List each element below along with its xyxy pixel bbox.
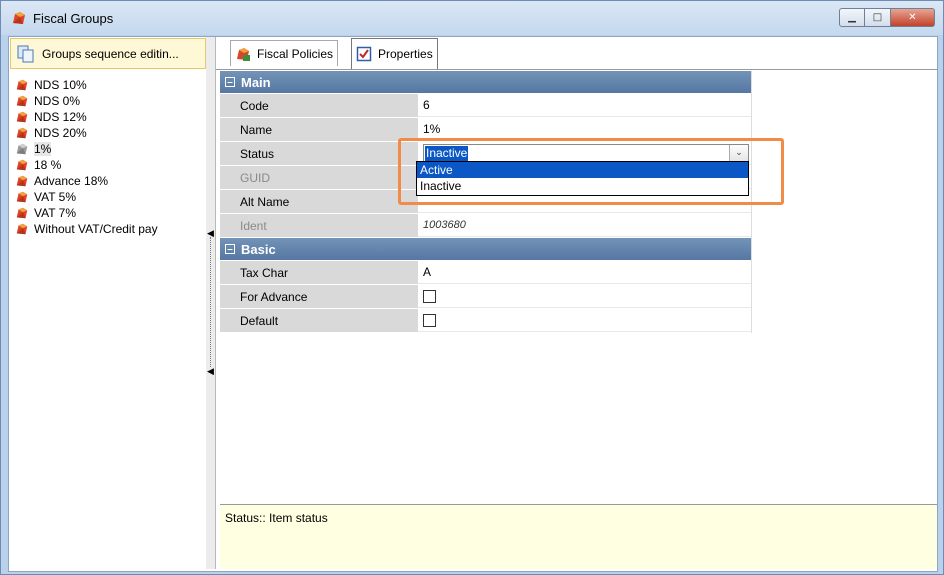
property-name: Status [220,142,418,165]
status-combobox[interactable]: Inactive ⌄ [423,143,749,163]
group-icon [16,95,28,107]
panel-splitter[interactable]: ◀ ◀ [206,37,216,569]
status-selected-text: Inactive [425,145,469,161]
tab-strip: Fiscal Policies Properties [216,37,937,70]
sequence-button-label: Groups sequence editin... [42,46,179,61]
name-value[interactable]: 1% [418,118,751,141]
group-item-vat-7[interactable]: VAT 7% [15,205,158,221]
group-label: 18 % [34,158,62,172]
group-item-1-percent[interactable]: 1% [15,141,158,157]
group-icon [16,175,28,187]
group-item-without-vat[interactable]: Without VAT/Credit pay [15,221,158,237]
tab-fiscal-policies[interactable]: Fiscal Policies [230,40,339,66]
group-item-nds-20[interactable]: NDS 20% [15,125,158,141]
close-button[interactable]: ✕ [891,8,935,27]
group-icon [16,79,28,91]
group-icon [16,207,28,219]
window-title: Fiscal Groups [33,11,114,26]
property-row-ident: Ident 1003680 [220,214,751,238]
category-main[interactable]: – Main [220,71,751,94]
collapse-toggle-icon[interactable]: – [225,77,235,88]
property-grid: – Main Code 6 Name 1% Status Inactive ⌄ … [220,71,752,333]
property-row-for-advance: For Advance [220,285,751,309]
fiscal-policies-icon [237,47,250,61]
client-area: Groups sequence editin... NDS 10% NDS 0%… [8,36,938,572]
group-item-vat-5[interactable]: VAT 5% [15,189,158,205]
tab-label: Properties [378,47,433,61]
property-row-default: Default [220,309,751,333]
group-item-nds-0[interactable]: NDS 0% [15,93,158,109]
group-label: 1% [34,142,52,156]
property-name: GUID [220,166,418,189]
ident-value: 1003680 [418,214,751,237]
property-grid-area: – Main Code 6 Name 1% Status Inactive ⌄ … [220,71,937,503]
tab-properties[interactable]: Properties [351,38,438,69]
status-option-inactive[interactable]: Inactive [417,178,748,194]
group-icon [16,111,28,123]
group-label: Advance 18% [34,174,109,188]
chevron-down-icon[interactable]: ⌄ [729,144,748,162]
group-icon [16,159,28,171]
properties-icon [356,46,372,62]
default-checkbox[interactable] [423,313,436,327]
property-row-code: Code 6 [220,94,751,118]
group-icon [16,191,28,203]
title-bar[interactable]: Fiscal Groups ▁ □ ✕ [1,1,943,35]
category-label: Basic [241,241,276,257]
for-advance-checkbox[interactable] [423,289,436,303]
caption-buttons: ▁ □ ✕ [839,8,935,28]
property-name: Tax Char [220,261,418,284]
group-label: NDS 12% [34,110,87,124]
maximize-button[interactable]: □ [865,8,891,27]
property-name: Alt Name [220,190,418,213]
tax-char-value[interactable]: A [418,261,751,284]
group-item-18[interactable]: 18 % [15,157,158,173]
group-label: VAT 7% [34,206,77,220]
sequence-icon [17,45,34,62]
groups-panel: Groups sequence editin... NDS 10% NDS 0%… [9,37,207,569]
collapse-arrow-icon[interactable]: ◀ [207,367,214,377]
status-dropdown-list: Active Inactive [416,161,749,196]
fiscal-groups-icon [13,12,25,24]
property-name: Default [220,309,418,332]
group-label: NDS 20% [34,126,87,140]
group-item-nds-10[interactable]: NDS 10% [15,77,158,93]
details-panel: Fiscal Policies Properties – Main Code 6 [216,37,937,569]
group-icon [16,127,28,139]
tab-label: Fiscal Policies [257,46,334,61]
group-item-advance-18[interactable]: Advance 18% [15,173,158,189]
property-row-name: Name 1% [220,118,751,142]
groups-tree: NDS 10% NDS 0% NDS 12% NDS 20% 1% 18 % A… [15,77,158,237]
property-row-tax-char: Tax Char A [220,261,751,285]
splitter-grip[interactable] [210,237,212,367]
property-name: For Advance [220,285,418,308]
group-label: Without VAT/Credit pay [34,222,158,236]
group-label: NDS 0% [34,94,81,108]
group-item-nds-12[interactable]: NDS 12% [15,109,158,125]
group-inactive-icon [16,143,28,155]
category-label: Main [241,74,271,90]
groups-sequence-editing-button[interactable]: Groups sequence editin... [10,38,206,69]
for-advance-value [418,285,751,308]
group-label: VAT 5% [34,190,77,204]
property-name: Name [220,118,418,141]
collapse-toggle-icon[interactable]: – [225,244,235,255]
category-basic[interactable]: – Basic [220,238,751,261]
code-value[interactable]: 6 [418,94,751,117]
fiscal-groups-window: Fiscal Groups ▁ □ ✕ Groups sequence edit… [0,0,944,575]
property-name: Code [220,94,418,117]
help-text: Status:: Item status [225,511,328,525]
property-name: Ident [220,214,418,237]
group-icon [16,223,28,235]
default-value [418,309,751,332]
status-option-active[interactable]: Active [417,162,748,178]
group-label: NDS 10% [34,78,87,92]
minimize-button[interactable]: ▁ [839,8,865,27]
help-panel: Status:: Item status [220,504,937,569]
